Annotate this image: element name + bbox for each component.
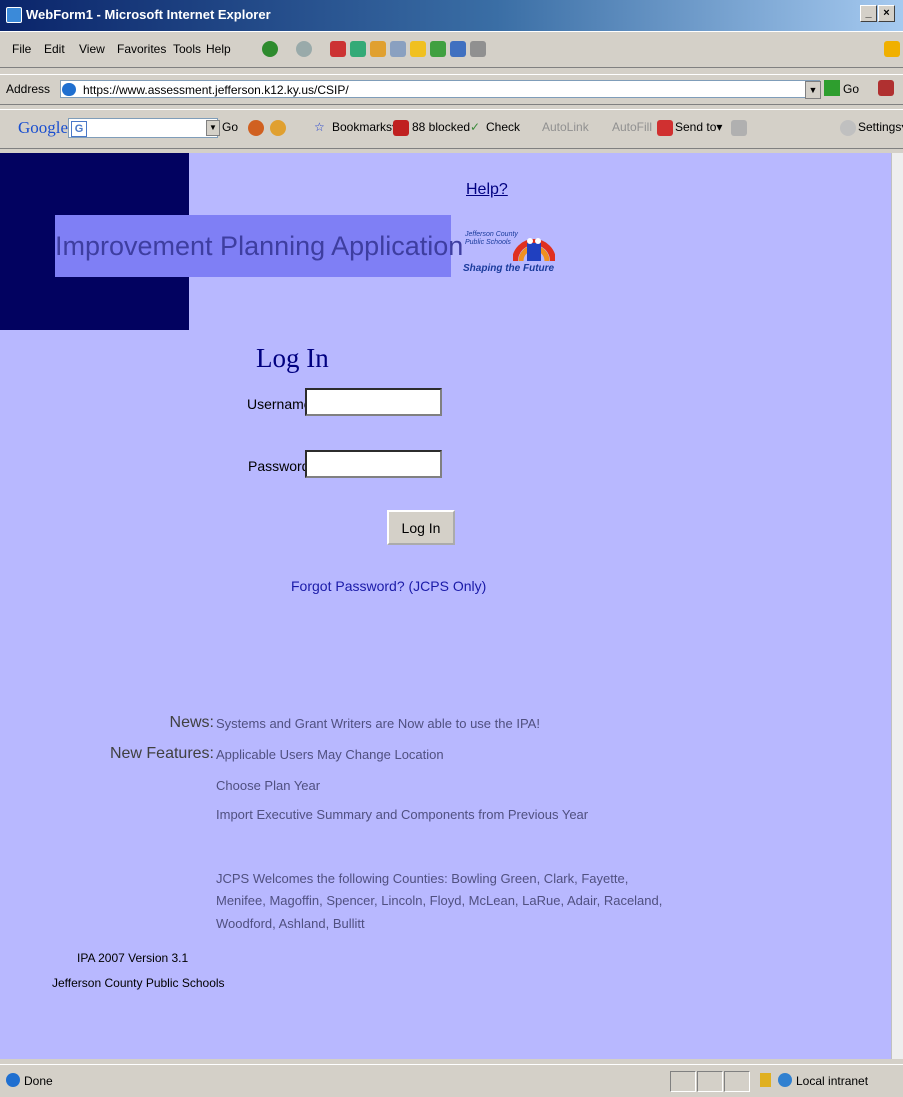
stop-icon[interactable] [330,41,346,57]
window-title-bar[interactable]: WebForm1 - Microsoft Internet Explorer _… [0,0,903,31]
highlight-icon[interactable] [731,120,747,136]
address-bar: Address https://www.assessment.jefferson… [0,74,903,105]
page-icon [62,83,76,96]
back-icon[interactable] [262,41,278,57]
organization-text: Jefferson County Public Schools [52,976,225,990]
go-arrow-icon[interactable] [824,80,840,96]
news-text: Systems and Grant Writers are Now able t… [216,716,540,731]
google-logo[interactable]: Google [18,118,68,138]
login-button[interactable]: Log In [387,510,455,545]
send-to-button[interactable]: Send to▾ [675,120,722,134]
links-icon[interactable] [878,80,894,96]
settings-icon[interactable] [840,120,856,136]
refresh-icon[interactable] [350,41,366,57]
check-button[interactable]: Check [486,120,520,134]
menu-view[interactable]: View [79,42,105,56]
search-icon[interactable] [390,41,406,57]
feature-item: Choose Plan Year [216,778,321,793]
lock-icon[interactable] [760,1073,771,1087]
welcome-line: Menifee, Magoffin, Spencer, Lincoln, Flo… [216,893,663,908]
rainbow-logo-icon [513,238,555,261]
settings-button[interactable]: Settings▾ [858,120,903,134]
address-input[interactable]: https://www.assessment.jefferson.k12.ky.… [60,80,820,98]
history-icon[interactable] [430,41,446,57]
ie-app-icon [6,7,22,23]
autolink-button[interactable]: AutoLink [542,120,589,134]
username-input[interactable] [305,388,442,416]
welcome-line: JCPS Welcomes the following Counties: Bo… [216,871,629,886]
menu-file[interactable]: File [12,42,31,56]
forward-icon[interactable] [296,41,312,57]
status-cell [724,1071,750,1092]
blocked-button[interactable]: 88 blocked [412,120,470,134]
menu-tools[interactable]: Tools [173,42,201,56]
google-g-icon[interactable]: G [71,121,87,137]
version-text: IPA 2007 Version 3.1 [77,951,189,965]
menu-edit[interactable]: Edit [44,42,65,56]
google-news-icon[interactable] [270,120,286,136]
menu-bar: File Edit View Favorites Tools Help [0,31,903,68]
address-dropdown-arrow-icon[interactable]: ▼ [805,81,821,99]
welcome-line: Woodford, Ashland, Bullitt [216,916,365,931]
new-features-label: New Features: [109,745,214,762]
intranet-zone-icon [778,1073,792,1087]
status-cell [697,1071,723,1092]
status-text: Done [24,1074,53,1088]
send-to-icon[interactable] [657,120,673,136]
pagerank-icon[interactable] [248,120,264,136]
login-title: Log In [256,343,329,373]
forgot-password-link[interactable]: Forgot Password? (JCPS Only) [291,578,486,594]
print-icon[interactable] [470,41,486,57]
spellcheck-icon[interactable]: ✓ [470,120,480,134]
address-label: Address [6,82,51,96]
address-url: https://www.assessment.jefferson.k12.ky.… [83,83,349,97]
logo-tagline: Shaping the Future [463,263,555,274]
google-search-input[interactable]: G [68,118,218,138]
menu-help[interactable]: Help [206,42,231,56]
go-button[interactable]: Go [843,82,859,96]
window-title: WebForm1 - Microsoft Internet Explorer [26,7,271,22]
popup-blocker-icon[interactable] [393,120,409,136]
logo-text: Jefferson County Public Schools [465,231,518,246]
page-banner: Improvement Planning Application [55,215,463,277]
page-done-icon [6,1073,20,1087]
autofill-button[interactable]: AutoFill [612,120,652,134]
menu-favorites[interactable]: Favorites [117,42,166,56]
vertical-scrollbar[interactable] [891,153,903,1059]
windows-logo-icon [884,41,900,57]
feature-item: Applicable Users May Change Location [216,747,444,762]
password-label: Password: [248,458,314,474]
feature-item: Import Executive Summary and Components … [216,807,589,822]
status-cell [670,1071,696,1092]
jcps-logo: Jefferson County Public Schools Shaping … [463,227,558,277]
status-bar: Done Local intranet [0,1064,903,1097]
close-button[interactable]: × [878,5,895,22]
help-link[interactable]: Help? [466,181,508,199]
bookmarks-button[interactable]: Bookmarks▾ [332,120,398,134]
favorites-icon[interactable] [410,41,426,57]
password-input[interactable] [305,450,442,478]
star-icon[interactable]: ☆ [314,120,325,134]
google-toolbar: Google G ▼ Go ☆ Bookmarks▾ 88 blocked ✓ … [0,109,903,149]
google-dropdown-arrow-icon[interactable]: ▼ [206,120,220,136]
mail-icon[interactable] [450,41,466,57]
home-icon[interactable] [370,41,386,57]
minimize-button[interactable]: _ [860,5,877,22]
news-label: News: [169,714,214,731]
zone-text: Local intranet [796,1074,869,1088]
google-go-button[interactable]: Go [222,120,238,134]
